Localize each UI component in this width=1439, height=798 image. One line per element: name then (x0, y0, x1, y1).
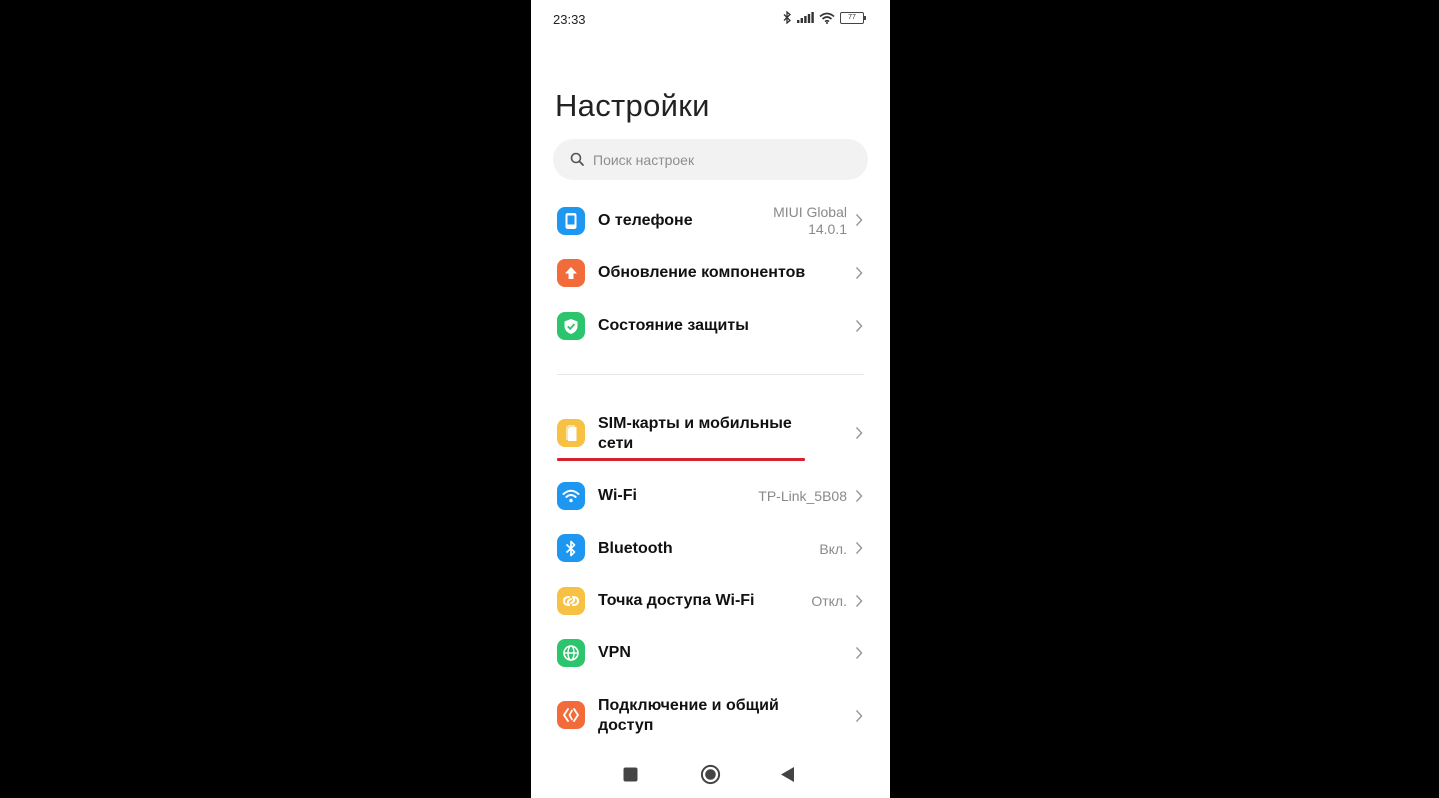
chevron-right-icon (855, 426, 863, 440)
hotspot-icon (557, 587, 585, 615)
chevron-right-icon (855, 594, 863, 608)
connection-label-line2: доступ (598, 717, 654, 734)
chevron-right-icon (855, 489, 863, 503)
chevron-right-icon (855, 646, 863, 660)
update-arrow-icon (557, 259, 585, 287)
settings-item-label: Wi-Fi (598, 487, 637, 504)
globe-icon (557, 639, 585, 667)
chevron-right-icon (855, 541, 863, 555)
sim-label-line2: сети (598, 435, 634, 452)
search-icon (570, 152, 584, 166)
chevron-right-icon (855, 213, 863, 227)
status-bar: 23:33 77 (531, 0, 890, 38)
settings-item-connection-sharing[interactable]: Подключение и общий доступ (531, 690, 890, 742)
settings-item-sim-cards[interactable]: SIM-карты и мобильные сети (531, 408, 890, 458)
sim-card-icon (557, 419, 585, 447)
settings-item-vpn[interactable]: VPN (531, 628, 890, 678)
settings-item-value: TP-Link_5B08 (758, 488, 847, 504)
search-input[interactable] (593, 139, 853, 180)
chevron-right-icon (855, 266, 863, 280)
battery-icon: 77 (840, 11, 866, 24)
settings-item-hotspot[interactable]: Точка доступа Wi-Fi Откл. (531, 576, 890, 626)
wifi-status-icon (819, 12, 835, 24)
section-divider (557, 374, 864, 375)
miui-version-line2: 14.0.1 (808, 221, 847, 237)
settings-item-label: Точка доступа Wi-Fi (598, 592, 755, 609)
recents-square-icon[interactable] (623, 767, 638, 782)
settings-item-label: О телефоне (598, 212, 693, 229)
home-circle-icon[interactable] (700, 764, 721, 785)
settings-item-bluetooth[interactable]: Bluetooth Вкл. (531, 523, 890, 573)
wifi-icon (557, 482, 585, 510)
settings-item-component-updates[interactable]: Обновление компонентов (531, 248, 890, 298)
connection-label-line1: Подключение и общий (598, 697, 779, 714)
bluetooth-status-icon (783, 11, 791, 24)
settings-item-value: Откл. (811, 593, 847, 609)
settings-item-value: MIUI Global 14.0.1 (773, 204, 847, 238)
sim-label-line1: SIM-карты и мобильные (598, 415, 792, 432)
settings-item-security-status[interactable]: Состояние защиты (531, 301, 890, 351)
page-title: Настройки (555, 88, 710, 123)
settings-item-wifi[interactable]: Wi-Fi TP-Link_5B08 (531, 471, 890, 521)
back-triangle-icon[interactable] (780, 766, 795, 783)
settings-item-label: VPN (598, 644, 631, 661)
settings-item-label: Bluetooth (598, 540, 673, 557)
miui-version-line1: MIUI Global (773, 204, 847, 220)
highlight-underline (557, 458, 805, 461)
connection-sharing-icon (557, 701, 585, 729)
settings-item-label: Состояние защиты (598, 317, 749, 334)
settings-item-value: Вкл. (819, 541, 847, 557)
signal-icon (797, 12, 814, 23)
phone-screen: 23:33 77 Настройки О телефоне MIUI Globa… (531, 0, 890, 798)
status-icons: 77 (783, 11, 866, 24)
phone-icon (557, 207, 585, 235)
bluetooth-icon (557, 534, 585, 562)
navigation-bar (531, 752, 890, 798)
search-bar[interactable] (553, 139, 868, 180)
shield-check-icon (557, 312, 585, 340)
settings-item-label: Подключение и общий доступ (598, 696, 779, 736)
settings-item-label: Обновление компонентов (598, 264, 806, 281)
status-time: 23:33 (553, 12, 586, 27)
settings-item-label: SIM-карты и мобильные сети (598, 414, 792, 454)
chevron-right-icon (855, 319, 863, 333)
chevron-right-icon (855, 709, 863, 723)
settings-item-about-phone[interactable]: О телефоне MIUI Global 14.0.1 (531, 196, 890, 246)
